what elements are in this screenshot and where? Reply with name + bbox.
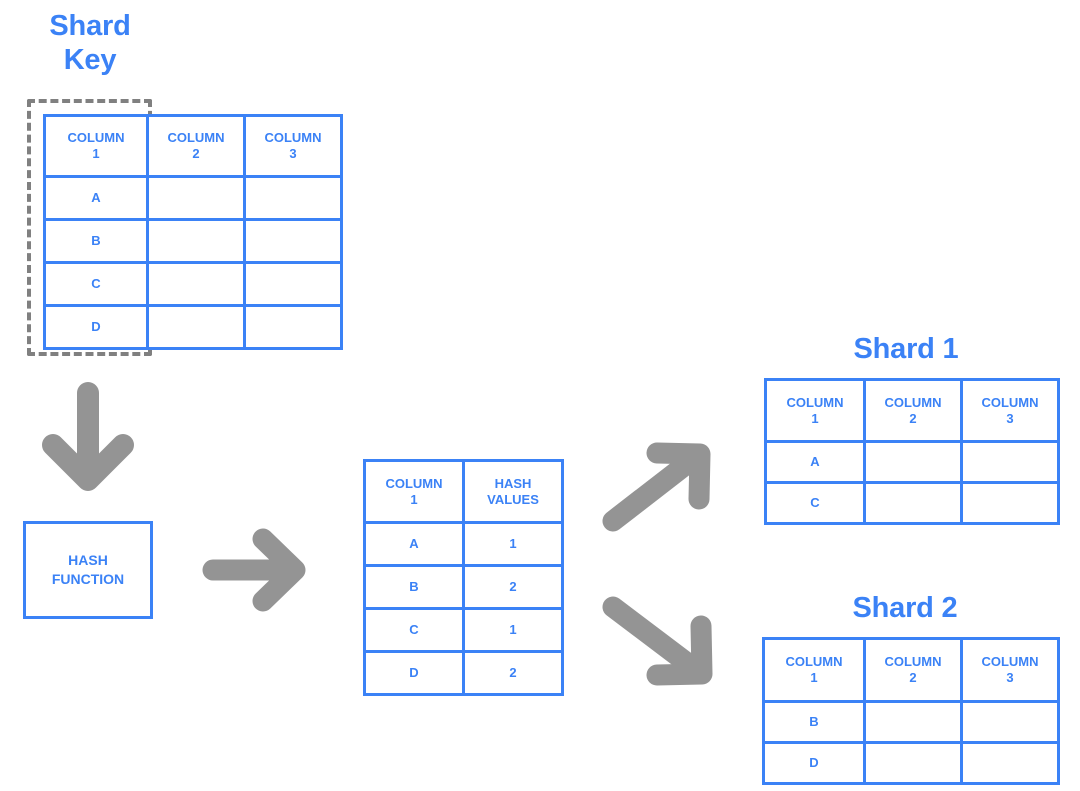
table-cell: C <box>43 261 149 307</box>
table-cell: D <box>363 650 465 696</box>
column-header: COLUMN 1 <box>764 378 866 443</box>
table-cell: 1 <box>462 521 564 567</box>
table-cell: B <box>363 564 465 610</box>
table-cell: A <box>363 521 465 567</box>
shard-2-table: COLUMN 1 COLUMN 2 COLUMN 3 B D <box>762 637 1060 785</box>
table-cell: C <box>363 607 465 653</box>
shard-1-title: Shard 1 <box>853 333 959 365</box>
column-header: COLUMN 2 <box>863 378 963 443</box>
column-header: COLUMN 3 <box>960 637 1060 703</box>
table-header-row: COLUMN 1 HASH VALUES <box>363 459 564 524</box>
arrow-down-right-icon <box>602 596 713 686</box>
table-cell <box>146 175 246 221</box>
table-cell <box>146 218 246 264</box>
table-cell <box>960 741 1060 785</box>
shard-key-title: Shard Key <box>49 10 131 76</box>
column-header: COLUMN 2 <box>146 114 246 178</box>
table-cell <box>863 700 963 744</box>
hash-function-box: HASH FUNCTION <box>23 521 153 619</box>
table-header-row: COLUMN 1 COLUMN 2 COLUMN 3 <box>762 637 1060 703</box>
hash-values-table: COLUMN 1 HASH VALUES A 1 B 2 C 1 D 2 <box>363 459 564 696</box>
table-row: B <box>762 700 1060 744</box>
table-cell <box>863 741 963 785</box>
table-cell: 2 <box>462 564 564 610</box>
table-cell: D <box>43 304 149 350</box>
table-row: A 1 <box>363 521 564 567</box>
column-header: HASH VALUES <box>462 459 564 524</box>
table-cell <box>960 700 1060 744</box>
table-row: D 2 <box>363 650 564 696</box>
source-table: COLUMN 1 COLUMN 2 COLUMN 3 A B C D <box>43 114 343 350</box>
table-row: B <box>43 218 343 264</box>
table-cell: 1 <box>462 607 564 653</box>
table-cell: B <box>43 218 149 264</box>
table-cell: D <box>762 741 866 785</box>
table-cell <box>243 304 343 350</box>
table-cell: 2 <box>462 650 564 696</box>
diagram-canvas: Shard Key COLUMN 1 COLUMN 2 COLUMN 3 A B… <box>0 0 1080 791</box>
table-cell <box>243 218 343 264</box>
column-header: COLUMN 1 <box>43 114 149 178</box>
table-cell <box>960 481 1060 525</box>
table-row: C <box>764 481 1060 525</box>
table-cell: A <box>43 175 149 221</box>
arrow-down-icon <box>42 382 134 491</box>
arrow-up-right-icon <box>602 442 711 532</box>
table-cell <box>146 304 246 350</box>
table-cell <box>960 440 1060 484</box>
column-header: COLUMN 3 <box>960 378 1060 443</box>
table-row: A <box>43 175 343 221</box>
table-cell: A <box>764 440 866 484</box>
column-header: COLUMN 2 <box>863 637 963 703</box>
arrow-right-icon <box>202 528 306 612</box>
shard-1-table: COLUMN 1 COLUMN 2 COLUMN 3 A C <box>764 378 1060 525</box>
table-cell <box>863 481 963 525</box>
table-cell: C <box>764 481 866 525</box>
table-row: D <box>43 304 343 350</box>
table-cell <box>863 440 963 484</box>
table-cell: B <box>762 700 866 744</box>
table-cell <box>243 175 343 221</box>
hash-function-label: HASH FUNCTION <box>51 552 125 587</box>
table-row: B 2 <box>363 564 564 610</box>
column-header: COLUMN 3 <box>243 114 343 178</box>
table-row: C 1 <box>363 607 564 653</box>
table-row: A <box>764 440 1060 484</box>
table-row: D <box>762 741 1060 785</box>
column-header: COLUMN 1 <box>762 637 866 703</box>
shard-2-title: Shard 2 <box>852 592 958 624</box>
table-row: C <box>43 261 343 307</box>
table-header-row: COLUMN 1 COLUMN 2 COLUMN 3 <box>43 114 343 178</box>
table-cell <box>146 261 246 307</box>
table-header-row: COLUMN 1 COLUMN 2 COLUMN 3 <box>764 378 1060 443</box>
column-header: COLUMN 1 <box>363 459 465 524</box>
table-cell <box>243 261 343 307</box>
